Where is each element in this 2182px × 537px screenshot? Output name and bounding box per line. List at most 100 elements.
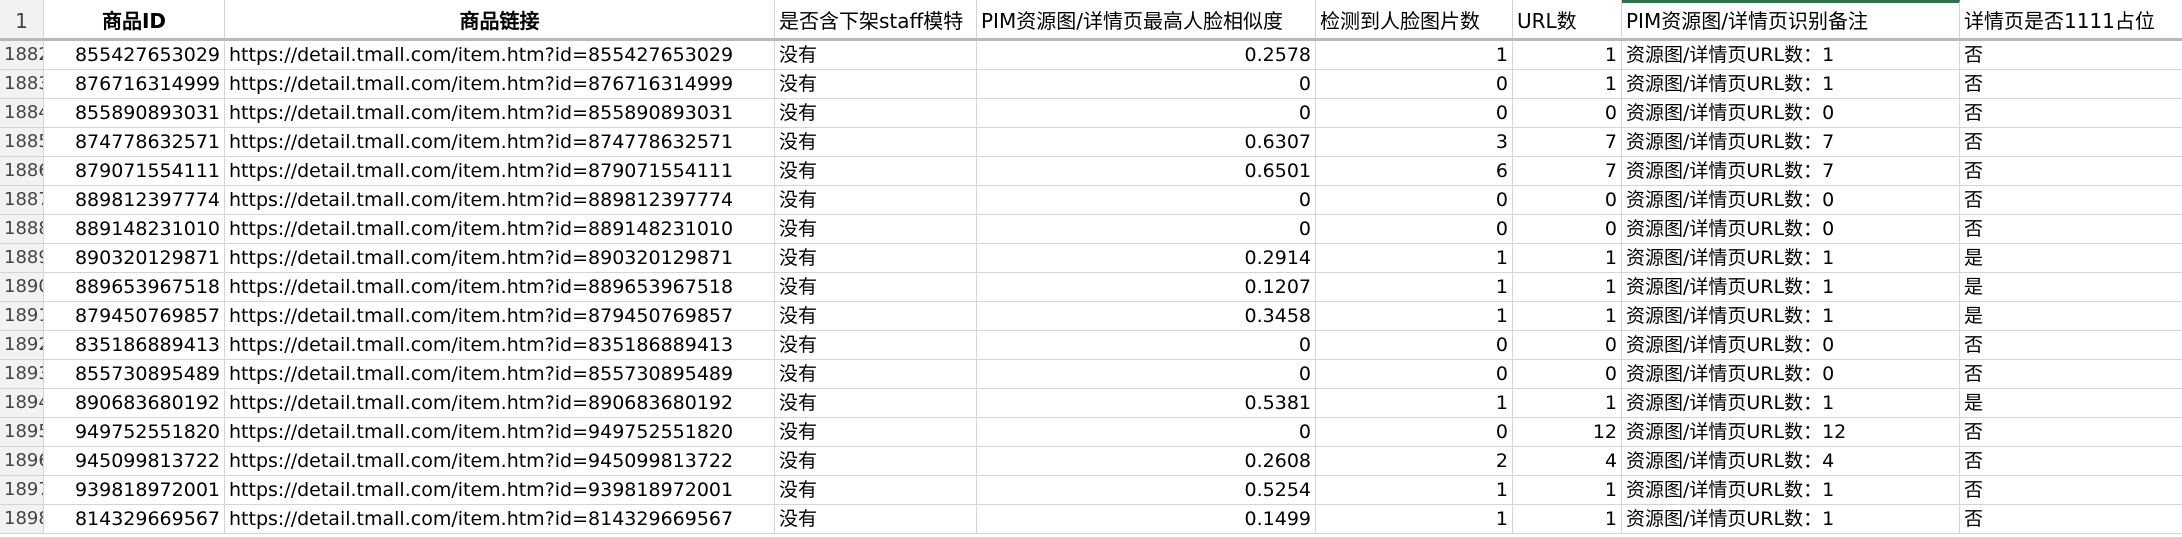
cell-product-link[interactable]: https://detail.tmall.com/item.htm?id=939… bbox=[225, 476, 775, 505]
cell-staff-model[interactable]: 没有 bbox=[775, 273, 977, 302]
cell-product-link[interactable]: https://detail.tmall.com/item.htm?id=890… bbox=[225, 244, 775, 273]
cell-face-count[interactable]: 1 bbox=[1316, 505, 1513, 534]
cell-face-count[interactable]: 1 bbox=[1316, 273, 1513, 302]
cell-url-count[interactable]: 1 bbox=[1513, 70, 1622, 99]
cell-face-count[interactable]: 6 bbox=[1316, 157, 1513, 186]
cell-face-count[interactable]: 0 bbox=[1316, 70, 1513, 99]
row-number[interactable]: 1 bbox=[0, 0, 44, 38]
cell-face-similarity[interactable]: 0.2578 bbox=[977, 41, 1316, 70]
header-recognition-note[interactable]: PIM资源图/详情页识别备注 bbox=[1622, 0, 1960, 38]
cell-recognition-note[interactable]: 资源图/详情页URL数：0 bbox=[1622, 186, 1960, 215]
cell-1111-placeholder[interactable]: 否 bbox=[1960, 157, 2182, 186]
cell-product-link[interactable]: https://detail.tmall.com/item.htm?id=855… bbox=[225, 99, 775, 128]
row-number[interactable]: 1886 bbox=[0, 157, 44, 186]
row-number[interactable]: 1882 bbox=[0, 41, 44, 70]
header-product-id[interactable]: 商品ID bbox=[44, 0, 225, 38]
cell-url-count[interactable]: 1 bbox=[1513, 244, 1622, 273]
row-number[interactable]: 1883 bbox=[0, 70, 44, 99]
cell-product-link[interactable]: https://detail.tmall.com/item.htm?id=949… bbox=[225, 418, 775, 447]
cell-recognition-note[interactable]: 资源图/详情页URL数：0 bbox=[1622, 360, 1960, 389]
cell-product-id[interactable]: 855890893031 bbox=[44, 99, 225, 128]
row-number[interactable]: 1890 bbox=[0, 273, 44, 302]
cell-face-count[interactable]: 2 bbox=[1316, 447, 1513, 476]
cell-recognition-note[interactable]: 资源图/详情页URL数：1 bbox=[1622, 41, 1960, 70]
cell-recognition-note[interactable]: 资源图/详情页URL数：1 bbox=[1622, 244, 1960, 273]
row-number[interactable]: 1897 bbox=[0, 476, 44, 505]
row-number[interactable]: 1893 bbox=[0, 360, 44, 389]
cell-face-count[interactable]: 0 bbox=[1316, 186, 1513, 215]
cell-product-link[interactable]: https://detail.tmall.com/item.htm?id=855… bbox=[225, 360, 775, 389]
cell-recognition-note[interactable]: 资源图/详情页URL数：1 bbox=[1622, 476, 1960, 505]
cell-1111-placeholder[interactable]: 否 bbox=[1960, 447, 2182, 476]
cell-face-similarity[interactable]: 0 bbox=[977, 186, 1316, 215]
cell-url-count[interactable]: 12 bbox=[1513, 418, 1622, 447]
header-face-count[interactable]: 检测到人脸图片数 bbox=[1316, 0, 1513, 38]
cell-recognition-note[interactable]: 资源图/详情页URL数：0 bbox=[1622, 215, 1960, 244]
cell-1111-placeholder[interactable]: 否 bbox=[1960, 215, 2182, 244]
cell-product-id[interactable]: 890683680192 bbox=[44, 389, 225, 418]
header-staff-model[interactable]: 是否含下架staff模特 bbox=[775, 0, 977, 38]
cell-1111-placeholder[interactable]: 否 bbox=[1960, 41, 2182, 70]
cell-1111-placeholder[interactable]: 否 bbox=[1960, 418, 2182, 447]
cell-product-id[interactable]: 890320129871 bbox=[44, 244, 225, 273]
cell-staff-model[interactable]: 没有 bbox=[775, 244, 977, 273]
cell-staff-model[interactable]: 没有 bbox=[775, 186, 977, 215]
row-number[interactable]: 1892 bbox=[0, 331, 44, 360]
cell-staff-model[interactable]: 没有 bbox=[775, 157, 977, 186]
cell-product-id[interactable]: 835186889413 bbox=[44, 331, 225, 360]
cell-url-count[interactable]: 0 bbox=[1513, 360, 1622, 389]
cell-1111-placeholder[interactable]: 否 bbox=[1960, 99, 2182, 128]
cell-face-count[interactable]: 0 bbox=[1316, 99, 1513, 128]
cell-recognition-note[interactable]: 资源图/详情页URL数：1 bbox=[1622, 505, 1960, 534]
cell-1111-placeholder[interactable]: 是 bbox=[1960, 244, 2182, 273]
cell-face-similarity[interactable]: 0.1207 bbox=[977, 273, 1316, 302]
cell-url-count[interactable]: 0 bbox=[1513, 215, 1622, 244]
cell-staff-model[interactable]: 没有 bbox=[775, 41, 977, 70]
cell-url-count[interactable]: 0 bbox=[1513, 186, 1622, 215]
row-number[interactable]: 1895 bbox=[0, 418, 44, 447]
cell-product-id[interactable]: 939818972001 bbox=[44, 476, 225, 505]
cell-url-count[interactable]: 7 bbox=[1513, 128, 1622, 157]
cell-url-count[interactable]: 1 bbox=[1513, 273, 1622, 302]
cell-url-count[interactable]: 1 bbox=[1513, 389, 1622, 418]
cell-product-link[interactable]: https://detail.tmall.com/item.htm?id=879… bbox=[225, 157, 775, 186]
cell-staff-model[interactable]: 没有 bbox=[775, 302, 977, 331]
cell-product-id[interactable]: 889148231010 bbox=[44, 215, 225, 244]
cell-url-count[interactable]: 1 bbox=[1513, 41, 1622, 70]
cell-face-similarity[interactable]: 0 bbox=[977, 331, 1316, 360]
cell-recognition-note[interactable]: 资源图/详情页URL数：7 bbox=[1622, 128, 1960, 157]
cell-staff-model[interactable]: 没有 bbox=[775, 128, 977, 157]
cell-recognition-note[interactable]: 资源图/详情页URL数：12 bbox=[1622, 418, 1960, 447]
cell-1111-placeholder[interactable]: 是 bbox=[1960, 302, 2182, 331]
cell-product-link[interactable]: https://detail.tmall.com/item.htm?id=879… bbox=[225, 302, 775, 331]
cell-1111-placeholder[interactable]: 否 bbox=[1960, 128, 2182, 157]
cell-face-similarity[interactable]: 0 bbox=[977, 215, 1316, 244]
cell-product-id[interactable]: 876716314999 bbox=[44, 70, 225, 99]
cell-face-count[interactable]: 3 bbox=[1316, 128, 1513, 157]
row-number[interactable]: 1888 bbox=[0, 215, 44, 244]
cell-product-id[interactable]: 889812397774 bbox=[44, 186, 225, 215]
row-number[interactable]: 1896 bbox=[0, 447, 44, 476]
cell-face-similarity[interactable]: 0 bbox=[977, 99, 1316, 128]
cell-product-link[interactable]: https://detail.tmall.com/item.htm?id=889… bbox=[225, 186, 775, 215]
cell-recognition-note[interactable]: 资源图/详情页URL数：1 bbox=[1622, 389, 1960, 418]
cell-staff-model[interactable]: 没有 bbox=[775, 360, 977, 389]
row-number[interactable]: 1891 bbox=[0, 302, 44, 331]
cell-product-link[interactable]: https://detail.tmall.com/item.htm?id=855… bbox=[225, 41, 775, 70]
header-1111-placeholder[interactable]: 详情页是否1111占位 bbox=[1960, 0, 2182, 38]
cell-product-id[interactable]: 945099813722 bbox=[44, 447, 225, 476]
row-number[interactable]: 1889 bbox=[0, 244, 44, 273]
cell-staff-model[interactable]: 没有 bbox=[775, 70, 977, 99]
cell-staff-model[interactable]: 没有 bbox=[775, 476, 977, 505]
header-product-link[interactable]: 商品链接 bbox=[225, 0, 775, 38]
cell-staff-model[interactable]: 没有 bbox=[775, 447, 977, 476]
cell-face-similarity[interactable]: 0.2608 bbox=[977, 447, 1316, 476]
cell-recognition-note[interactable]: 资源图/详情页URL数：1 bbox=[1622, 273, 1960, 302]
row-number[interactable]: 1884 bbox=[0, 99, 44, 128]
cell-face-count[interactable]: 1 bbox=[1316, 244, 1513, 273]
cell-recognition-note[interactable]: 资源图/详情页URL数：1 bbox=[1622, 70, 1960, 99]
cell-url-count[interactable]: 1 bbox=[1513, 476, 1622, 505]
row-number[interactable]: 1885 bbox=[0, 128, 44, 157]
cell-staff-model[interactable]: 没有 bbox=[775, 215, 977, 244]
row-number[interactable]: 1894 bbox=[0, 389, 44, 418]
